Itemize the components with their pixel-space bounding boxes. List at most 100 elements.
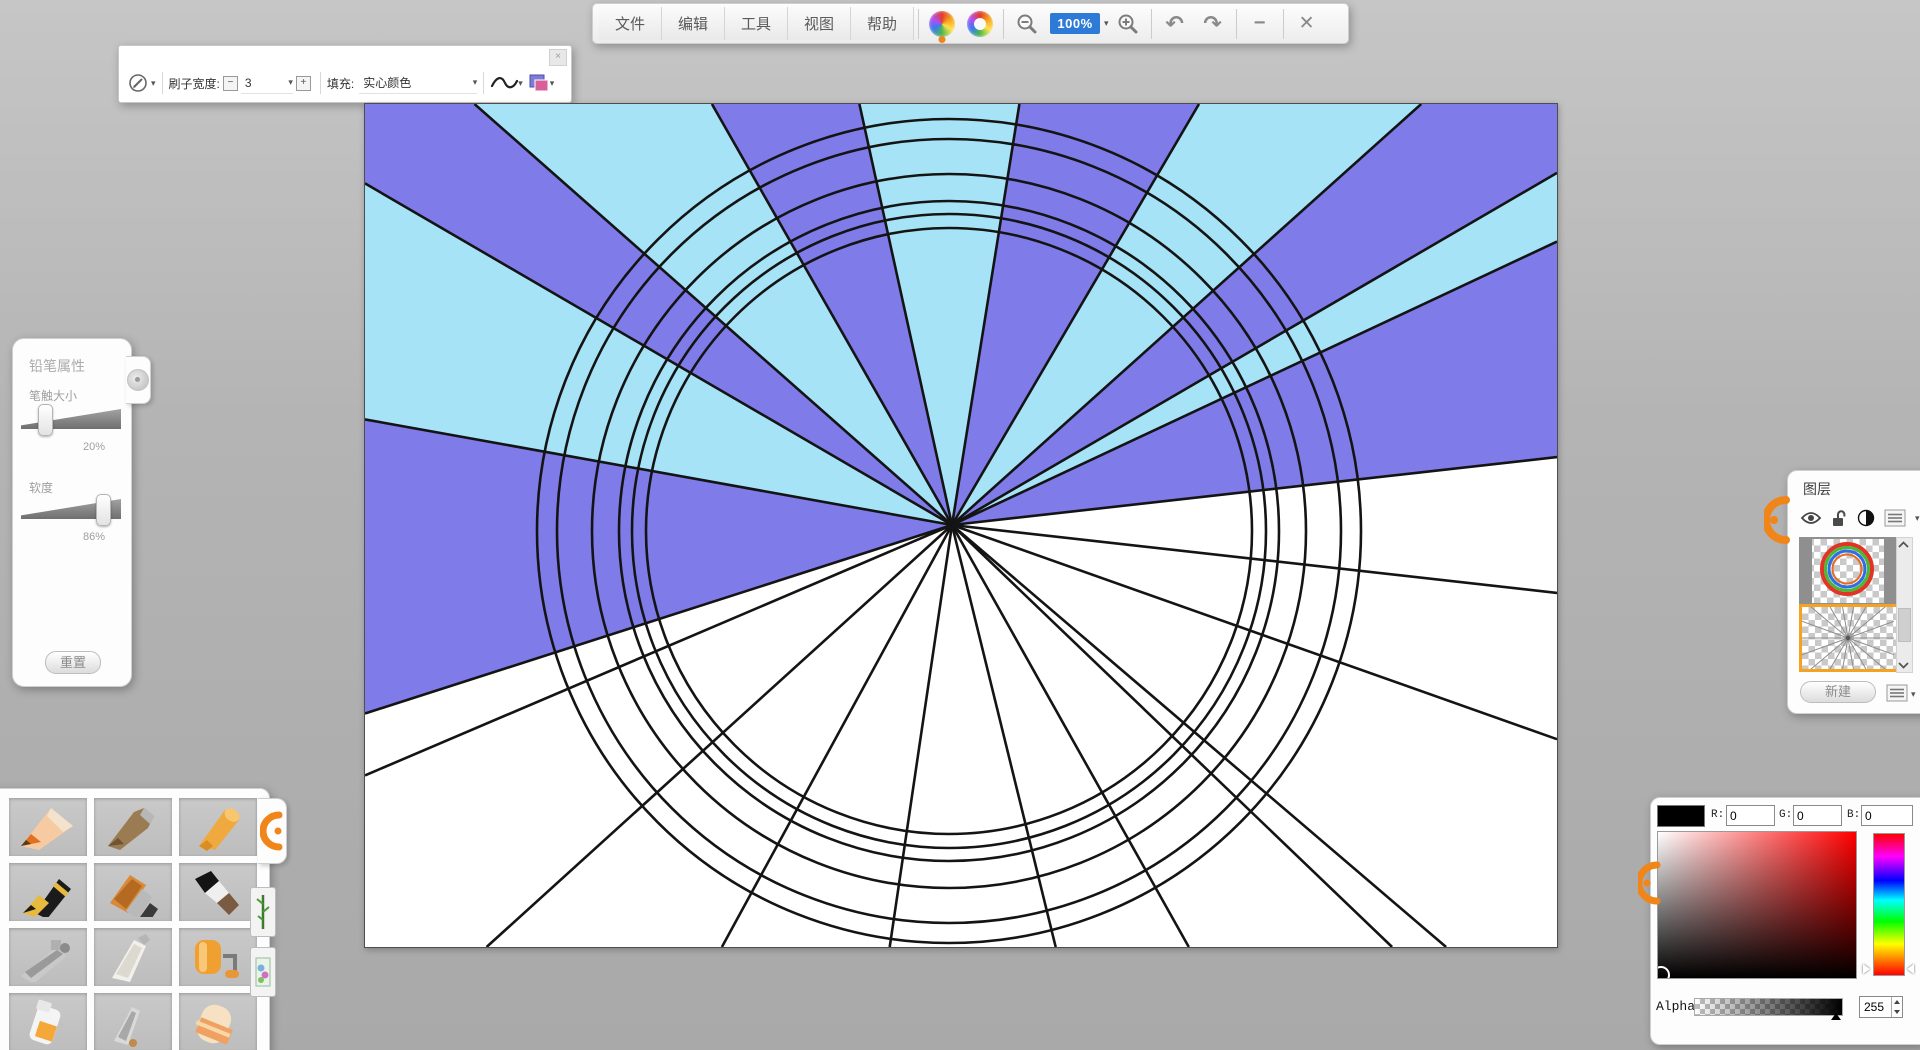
palette-ball-icon (929, 11, 955, 37)
alpha-value-box[interactable]: 255 (1859, 996, 1903, 1018)
squiggle-line-icon[interactable] (490, 74, 518, 92)
tool-palette-knife[interactable] (94, 928, 172, 986)
r-input[interactable] (1726, 805, 1775, 826)
fill-label: 填充: (327, 75, 354, 92)
alpha-spinner[interactable] (1891, 997, 1902, 1017)
tool-grid (9, 798, 257, 1050)
zoom-in-icon (1117, 13, 1139, 35)
hue-marker-right[interactable] (1907, 964, 1914, 974)
tool-pencil[interactable] (9, 798, 87, 856)
menu-item-0[interactable]: 文件 (599, 7, 662, 40)
color-panel-tab-handle[interactable] (1638, 858, 1662, 908)
tool-flat-brush[interactable] (94, 863, 172, 921)
menu-item-3[interactable]: 视图 (788, 7, 851, 40)
tool-crayon[interactable] (179, 798, 257, 856)
contrast-icon[interactable] (1857, 509, 1875, 527)
unlock-icon[interactable] (1831, 509, 1848, 527)
scrollbar-thumb[interactable] (1898, 608, 1911, 642)
swatch-caret[interactable]: ▾ (550, 79, 555, 88)
tool-airbrush[interactable] (9, 928, 87, 986)
layer-options-caret[interactable]: ▾ (1911, 690, 1916, 699)
orange-crescent-icon (260, 809, 286, 853)
r-label: R: (1711, 809, 1724, 821)
layer-options-icon[interactable] (1886, 684, 1908, 702)
saturation-value-picker[interactable] (1657, 831, 1857, 979)
fill-select[interactable]: 实心颜色 ▾ (359, 73, 477, 94)
color-swatch-icon[interactable] (528, 73, 550, 93)
toolbar-separator (1151, 9, 1152, 39)
layer-thumbnail-ray-sketch[interactable] (1799, 604, 1899, 672)
alpha-slider-marker[interactable] (1831, 1013, 1841, 1020)
tool-palette-knife-icon (100, 932, 166, 982)
reset-button[interactable]: 重置 (45, 651, 101, 674)
stroke-style-caret[interactable]: ▾ (518, 79, 523, 88)
menu-item-1[interactable]: 编辑 (662, 7, 725, 40)
tool-paint-bottle[interactable] (9, 993, 87, 1050)
tool-paint-roller[interactable] (179, 928, 257, 986)
tool-fountain-pen-icon (15, 867, 81, 917)
pencil-panel-tab-handle[interactable] (126, 356, 151, 404)
tool-fountain-pen[interactable] (9, 863, 87, 921)
bamboo-stamp-button[interactable] (250, 887, 276, 937)
hue-slider[interactable] (1873, 833, 1905, 976)
drawing-canvas[interactable] (364, 103, 1558, 948)
alpha-slider[interactable] (1694, 998, 1843, 1016)
layers-scrollbar[interactable] (1896, 537, 1913, 673)
b-input[interactable] (1861, 805, 1913, 826)
tool-eraser[interactable] (179, 993, 257, 1050)
stroke-size-slider-thumb[interactable] (38, 404, 53, 436)
tool-charcoal-stick[interactable] (94, 798, 172, 856)
minimize-button[interactable]: − (1241, 7, 1279, 40)
zoom-level-value: 100% (1050, 13, 1099, 34)
hue-marker-left[interactable] (1863, 964, 1870, 974)
redo-icon: ↷ (1203, 11, 1221, 37)
zoom-level-select[interactable]: 100% (1046, 7, 1104, 40)
scroll-down-icon[interactable] (1897, 660, 1910, 670)
swirl-ball-button[interactable] (961, 7, 999, 40)
ray-line (952, 525, 1189, 947)
rainbow-circle-thumb (1801, 539, 1895, 603)
tool-ink-brush-icon (185, 867, 251, 917)
width-increase-button[interactable]: + (296, 76, 311, 91)
eye-icon[interactable] (1800, 510, 1822, 526)
ray-line (952, 525, 1446, 947)
close-toolbar-button[interactable]: × (549, 49, 567, 66)
picture-stamp-button[interactable] (250, 947, 276, 997)
layers-panel-tab-handle[interactable] (1764, 492, 1792, 548)
menu-item-4[interactable]: 帮助 (851, 7, 914, 40)
tool-pencil-icon (15, 802, 81, 852)
new-layer-button[interactable]: 新建 (1800, 681, 1876, 703)
width-decrease-button[interactable]: − (223, 76, 238, 91)
brush-properties-toolbar: × ▾ 刷子宽度: − 3 ▾ + 填充: 实心颜色 ▾ (118, 45, 572, 103)
menu-item-2[interactable]: 工具 (725, 7, 788, 40)
palette-ball-button[interactable] (923, 7, 961, 40)
tool-caret[interactable]: ▾ (151, 79, 156, 88)
swirl-ball-icon (967, 11, 993, 37)
layers-panel: 图层 ▾ (1787, 470, 1920, 714)
spin-up-icon[interactable] (1894, 1000, 1900, 1004)
tool-ink-brush[interactable] (179, 863, 257, 921)
tool-palette-panel (0, 788, 270, 1050)
pencil-circle-icon[interactable] (127, 72, 151, 94)
tool-flat-brush-icon (100, 867, 166, 917)
redo-button[interactable]: ↷ (1194, 7, 1232, 40)
separator (483, 72, 484, 94)
ray-line (952, 525, 1557, 593)
separator (320, 72, 321, 94)
undo-button[interactable]: ↶ (1156, 7, 1194, 40)
softness-slider-thumb[interactable] (96, 494, 111, 526)
tool-metal-nib-pen[interactable] (94, 993, 172, 1050)
brush-width-select[interactable]: 3 ▾ (241, 73, 293, 94)
scroll-up-icon[interactable] (1897, 540, 1910, 550)
g-input[interactable] (1793, 805, 1842, 826)
layer-thumbnail-rainbow-circle[interactable] (1799, 537, 1897, 605)
close-button[interactable]: ✕ (1288, 7, 1326, 40)
b-label: B: (1847, 809, 1860, 821)
zoom-out-button[interactable] (1008, 7, 1046, 40)
list-icon[interactable] (1884, 509, 1906, 527)
zoom-in-button[interactable] (1109, 7, 1147, 40)
tool-palette-tab-handle[interactable] (258, 798, 287, 864)
layer-menu-caret[interactable]: ▾ (1915, 514, 1920, 523)
spin-down-icon[interactable] (1894, 1010, 1900, 1014)
stroke-size-slider[interactable] (21, 409, 121, 429)
